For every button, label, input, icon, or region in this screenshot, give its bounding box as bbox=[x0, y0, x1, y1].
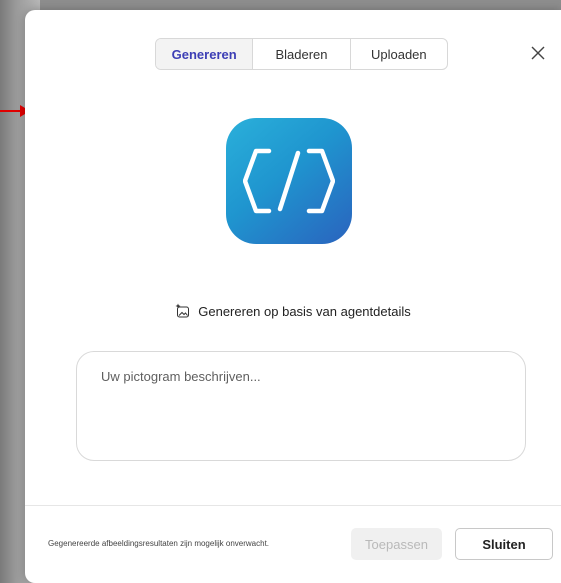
agent-icon-preview bbox=[226, 118, 352, 244]
close-icon bbox=[531, 46, 545, 60]
description-placeholder: Uw pictogram beschrijven... bbox=[101, 369, 261, 384]
footer-divider bbox=[25, 505, 561, 506]
apply-button[interactable]: Toepassen bbox=[351, 528, 442, 560]
disclaimer-text: Gegenereerde afbeeldingsresultaten zijn … bbox=[48, 539, 270, 548]
icon-dialog: Genereren Bladeren Uploaden Genereren op… bbox=[25, 10, 561, 583]
image-sparkle-icon bbox=[175, 303, 191, 319]
close-dialog-button[interactable]: Sluiten bbox=[455, 528, 553, 560]
tab-uploaden[interactable]: Uploaden bbox=[351, 39, 447, 69]
tab-bar: Genereren Bladeren Uploaden bbox=[155, 38, 448, 70]
code-brackets-icon bbox=[243, 148, 335, 214]
generate-from-details-button[interactable]: Genereren op basis van agentdetails bbox=[25, 300, 561, 322]
tab-bladeren[interactable]: Bladeren bbox=[253, 39, 351, 69]
generate-label: Genereren op basis van agentdetails bbox=[198, 303, 411, 319]
icon-description-input[interactable]: Uw pictogram beschrijven... bbox=[76, 351, 526, 461]
close-button[interactable] bbox=[526, 41, 550, 65]
tab-genereren[interactable]: Genereren bbox=[156, 39, 254, 69]
